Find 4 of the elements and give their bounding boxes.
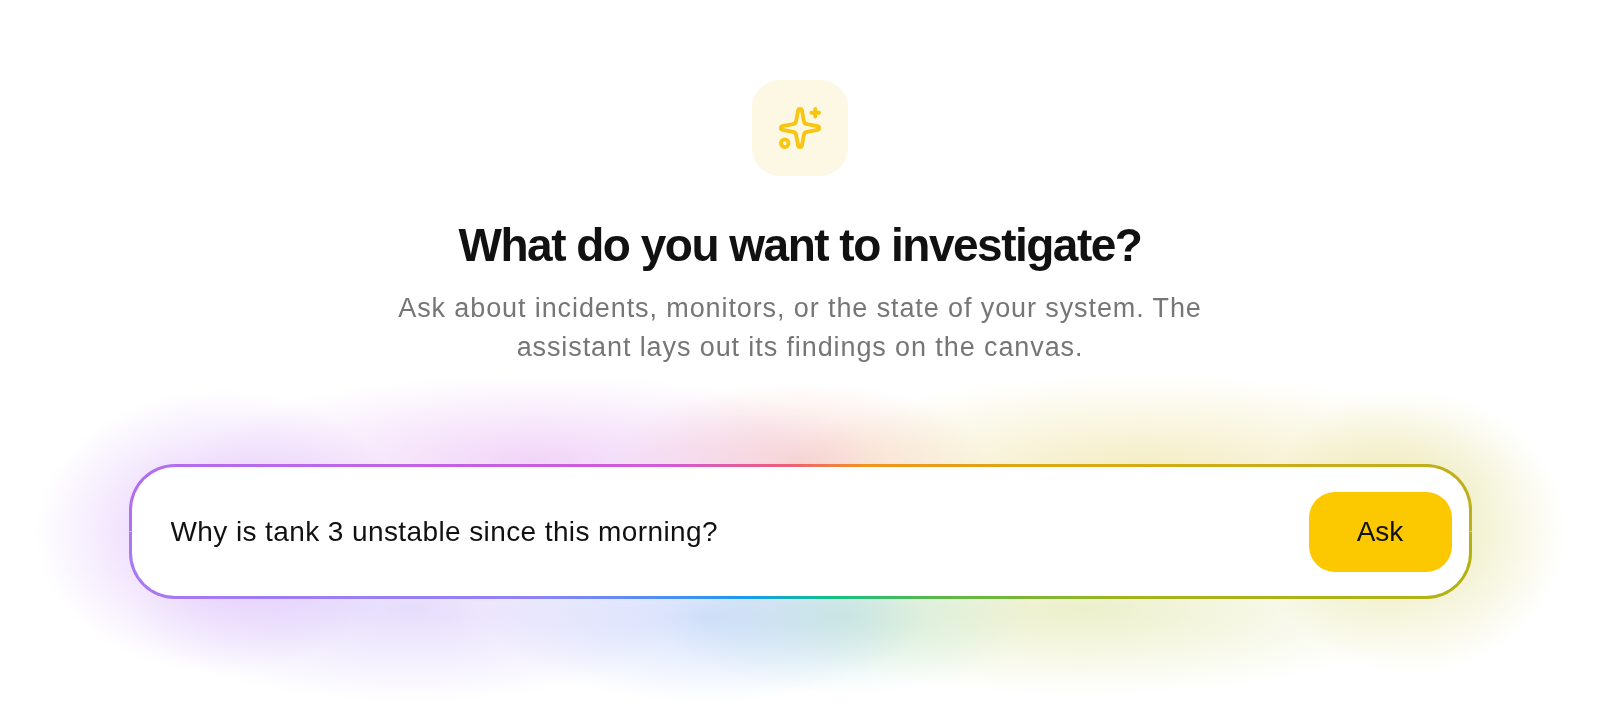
ask-button[interactable]: Ask (1308, 491, 1452, 572)
subtitle-text: Ask about incidents, monitors, or the state of your system. The assistant lays out its findings on the canvas. (397, 292, 1203, 364)
page-heading: What do you want to investigate? (458, 218, 1142, 273)
sparkles-icon (752, 80, 848, 176)
